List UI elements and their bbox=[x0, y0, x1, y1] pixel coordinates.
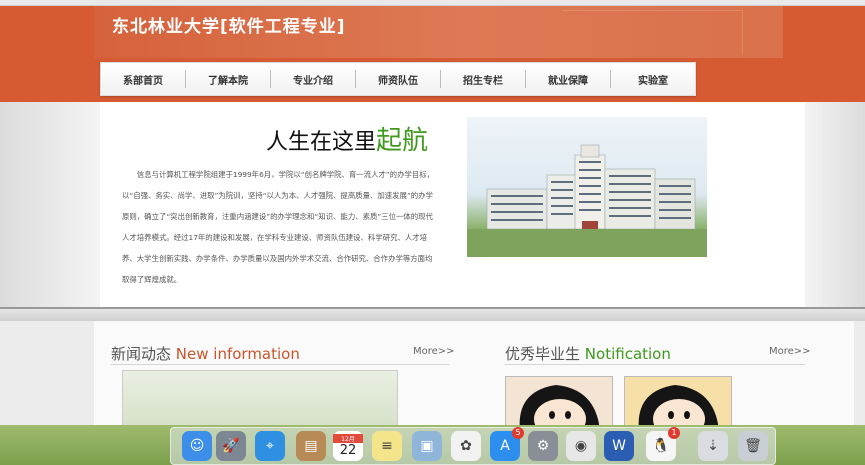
trash-icon-glyph: 🗑 bbox=[744, 438, 762, 454]
word-icon[interactable]: W bbox=[604, 431, 634, 461]
graduate-photo[interactable] bbox=[624, 376, 732, 430]
notes-icon-glyph: ≡ bbox=[381, 438, 393, 454]
nav-item-lab[interactable]: 实验室 bbox=[611, 70, 695, 88]
contacts-icon[interactable]: ▤ bbox=[296, 431, 326, 461]
chrome-icon[interactable]: ◉ bbox=[566, 431, 596, 461]
graduates-more-link[interactable]: More>> bbox=[769, 346, 811, 357]
news-section-title: 新闻动态 New information bbox=[111, 343, 300, 364]
preview-icon-glyph: ▣ bbox=[420, 438, 434, 454]
graduate-photo[interactable] bbox=[505, 376, 613, 430]
photos-icon-glyph: ✿ bbox=[460, 438, 472, 454]
graduates-title-en: Notification bbox=[584, 345, 671, 363]
site-title: 东北林业大学[软件工程专业] bbox=[112, 17, 346, 37]
calendar-month-label: 12月 bbox=[333, 434, 363, 443]
hero-slogan: 人生在这里起航 bbox=[266, 120, 428, 157]
launchpad-icon-glyph: 🚀 bbox=[222, 438, 240, 454]
downloads-icon[interactable]: ⇣ bbox=[698, 431, 728, 461]
graduates-title-underline bbox=[505, 364, 805, 365]
main-nav: 系部首页 了解本院 专业介绍 师资队伍 招生专栏 就业保障 实验室 bbox=[100, 62, 696, 96]
word-icon-glyph: W bbox=[612, 438, 626, 454]
college-intro: 信息与计算机工程学院组建于1999年6月，学院以“创名牌学院、育一流人才”的办学… bbox=[122, 164, 436, 290]
calendar-day-label: 22 bbox=[339, 443, 357, 458]
news-more-link[interactable]: More>> bbox=[413, 346, 455, 357]
trash-icon[interactable]: 🗑 bbox=[738, 431, 768, 461]
notification-badge: 1 bbox=[668, 427, 680, 439]
app-store-icon-glyph: A bbox=[500, 438, 510, 454]
chrome-icon-glyph: ◉ bbox=[574, 438, 588, 454]
safari-icon-glyph: ⌖ bbox=[266, 438, 274, 454]
qq-icon[interactable]: 🐧 1 bbox=[646, 427, 680, 461]
news-title-cn: 新闻动态 bbox=[111, 345, 172, 363]
college-intro-text: 信息与计算机工程学院组建于1999年6月，学院以“创名牌学院、育一流人才”的办学… bbox=[122, 170, 435, 284]
nav-item-admission[interactable]: 招生专栏 bbox=[441, 70, 526, 88]
campus-building-image bbox=[467, 117, 707, 257]
finder-icon-glyph: ☺ bbox=[189, 438, 205, 454]
nav-item-major[interactable]: 专业介绍 bbox=[271, 70, 356, 88]
notification-badge: 5 bbox=[512, 427, 524, 439]
qq-icon-glyph: 🐧 bbox=[652, 438, 670, 454]
contacts-icon-glyph: ▤ bbox=[304, 438, 318, 454]
finder-icon[interactable]: ☺ bbox=[182, 431, 212, 461]
nav-item-employment[interactable]: 就业保障 bbox=[526, 70, 611, 88]
slogan-accent: 起航 bbox=[376, 126, 429, 156]
launchpad-icon[interactable]: 🚀 bbox=[216, 431, 246, 461]
nav-item-about[interactable]: 了解本院 bbox=[186, 70, 271, 88]
safari-icon[interactable]: ⌖ bbox=[255, 431, 285, 461]
news-image bbox=[122, 370, 398, 430]
graduates-title-cn: 优秀毕业生 bbox=[505, 345, 581, 363]
header-banner: 东北林业大学[软件工程专业] bbox=[94, 6, 783, 58]
hero-right-shade bbox=[805, 102, 865, 307]
downloads-icon-glyph: ⇣ bbox=[707, 438, 719, 454]
app-store-icon[interactable]: A5 bbox=[490, 427, 524, 461]
graduates-section-title: 优秀毕业生 Notification bbox=[505, 343, 671, 364]
news-title-en: New information bbox=[175, 345, 300, 363]
photos-icon[interactable]: ✿ bbox=[451, 431, 481, 461]
system-preferences-icon-glyph: ⚙ bbox=[536, 438, 550, 454]
section-divider bbox=[0, 307, 865, 321]
calendar-icon[interactable]: 12月 22 bbox=[333, 431, 363, 461]
slogan-main: 人生在这里 bbox=[266, 130, 377, 155]
hero-left-shade bbox=[0, 102, 100, 307]
nav-item-faculty[interactable]: 师资队伍 bbox=[356, 70, 441, 88]
news-title-underline bbox=[111, 364, 449, 365]
notes-icon[interactable]: ≡ bbox=[372, 431, 402, 461]
preview-icon[interactable]: ▣ bbox=[412, 431, 442, 461]
nav-item-home[interactable]: 系部首页 bbox=[101, 70, 186, 88]
system-preferences-icon[interactable]: ⚙ bbox=[528, 431, 558, 461]
